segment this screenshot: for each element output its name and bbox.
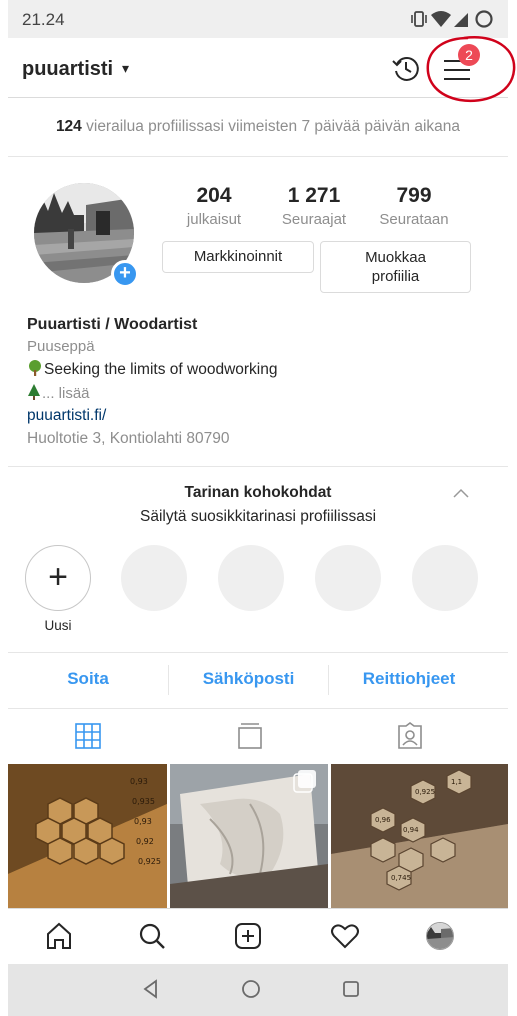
divider: [8, 708, 508, 709]
edit-profile-button[interactable]: Muokkaa profiilia: [320, 241, 471, 293]
search-icon[interactable]: [137, 921, 167, 951]
history-icon[interactable]: [390, 52, 422, 84]
svg-text:0,745: 0,745: [391, 874, 411, 882]
battery-icon: [475, 10, 493, 28]
profile-name: Puuartisti / Woodartist: [27, 316, 198, 333]
highlight-placeholder: [315, 545, 381, 611]
highlight-placeholder: [412, 545, 478, 611]
plus-icon: +: [48, 558, 68, 596]
svg-text:0,96: 0,96: [375, 816, 391, 824]
recents-icon[interactable]: [340, 978, 362, 1000]
post-thumbnail[interactable]: 0,93 0,935 0,93 0,92 0,925: [8, 764, 167, 909]
svg-text:0,925: 0,925: [415, 788, 435, 796]
chevron-up-icon[interactable]: [452, 487, 470, 499]
call-button[interactable]: Soita: [8, 669, 168, 689]
svg-text:0,92: 0,92: [136, 837, 154, 846]
activity-heart-icon[interactable]: [330, 921, 360, 951]
posts-label[interactable]: julkaisut: [166, 211, 262, 228]
visits-count: 124: [55, 118, 82, 135]
address-text[interactable]: Huoltotie 3, Kontiolahti 80790: [27, 430, 230, 448]
wifi-icon: [431, 11, 451, 27]
chevron-down-icon[interactable]: ▾: [122, 60, 129, 77]
profile-avatar[interactable]: [426, 922, 454, 950]
highlights-subtitle: Säilytä suosikkitarinasi profiilissasi: [139, 508, 377, 525]
bio-more-link[interactable]: ... lisää: [42, 385, 90, 402]
profile-visits-banner[interactable]: 124 vierailua profiilissasi viimeisten 7…: [8, 118, 508, 136]
followers-label[interactable]: Seuraajat: [266, 211, 362, 228]
highlight-placeholder: [121, 545, 187, 611]
bio-line-2[interactable]: ... lisää: [27, 384, 90, 402]
svg-text:0,93: 0,93: [130, 777, 148, 786]
home-icon[interactable]: [44, 921, 74, 951]
deciduous-tree-icon: [29, 360, 41, 376]
account-switcher[interactable]: puuartisti: [22, 58, 113, 81]
divider: [8, 652, 508, 653]
new-highlight-label: Uusi: [44, 618, 72, 633]
post-thumbnail[interactable]: [170, 764, 328, 909]
home-circle-icon[interactable]: [240, 978, 262, 1000]
post-thumbnail[interactable]: 0,925 1,1 0,96 0,94 0,745: [331, 764, 508, 909]
svg-text:1,1: 1,1: [451, 778, 462, 786]
visits-text: vierailua profiilissasi viimeisten 7 päi…: [81, 118, 461, 135]
status-time: 21.24: [22, 10, 65, 29]
igtv-icon[interactable]: [236, 722, 264, 750]
posts-count[interactable]: 204: [166, 184, 262, 208]
highlight-placeholder: [218, 545, 284, 611]
following-count[interactable]: 799: [366, 184, 462, 208]
evergreen-tree-icon: [28, 384, 40, 400]
grid-icon[interactable]: [74, 722, 102, 750]
promotions-button[interactable]: Markkinoinnit: [162, 241, 314, 273]
bio-line-1: Seeking the limits of woodworking: [27, 360, 277, 379]
svg-text:0,94: 0,94: [403, 826, 419, 834]
svg-text:0,935: 0,935: [132, 797, 155, 806]
back-icon[interactable]: [140, 978, 162, 1000]
divider: [8, 156, 508, 157]
bio-text-1: Seeking the limits of woodworking: [44, 361, 278, 378]
vibrate-icon: [411, 11, 427, 27]
add-post-icon[interactable]: [233, 921, 263, 951]
signal-icon: [454, 13, 468, 27]
svg-text:0,925: 0,925: [138, 857, 161, 866]
edit-profile-label-2: profiilia: [371, 268, 420, 285]
annotation-circle: [426, 36, 516, 103]
website-link[interactable]: puuartisti.fi/: [27, 407, 106, 425]
highlights-title: Tarinan kohokohdat: [184, 484, 332, 501]
divider: [8, 466, 508, 467]
add-story-button[interactable]: +: [111, 260, 139, 288]
tagged-icon[interactable]: [396, 722, 424, 750]
edit-profile-label-1: Muokkaa: [365, 249, 426, 266]
svg-text:0,93: 0,93: [134, 817, 152, 826]
email-button[interactable]: Sähköposti: [169, 669, 328, 689]
following-label[interactable]: Seurataan: [366, 211, 462, 228]
directions-button[interactable]: Reittiohjeet: [329, 669, 489, 689]
profile-category: Puuseppä: [27, 338, 95, 355]
followers-count[interactable]: 1 271: [266, 184, 362, 208]
